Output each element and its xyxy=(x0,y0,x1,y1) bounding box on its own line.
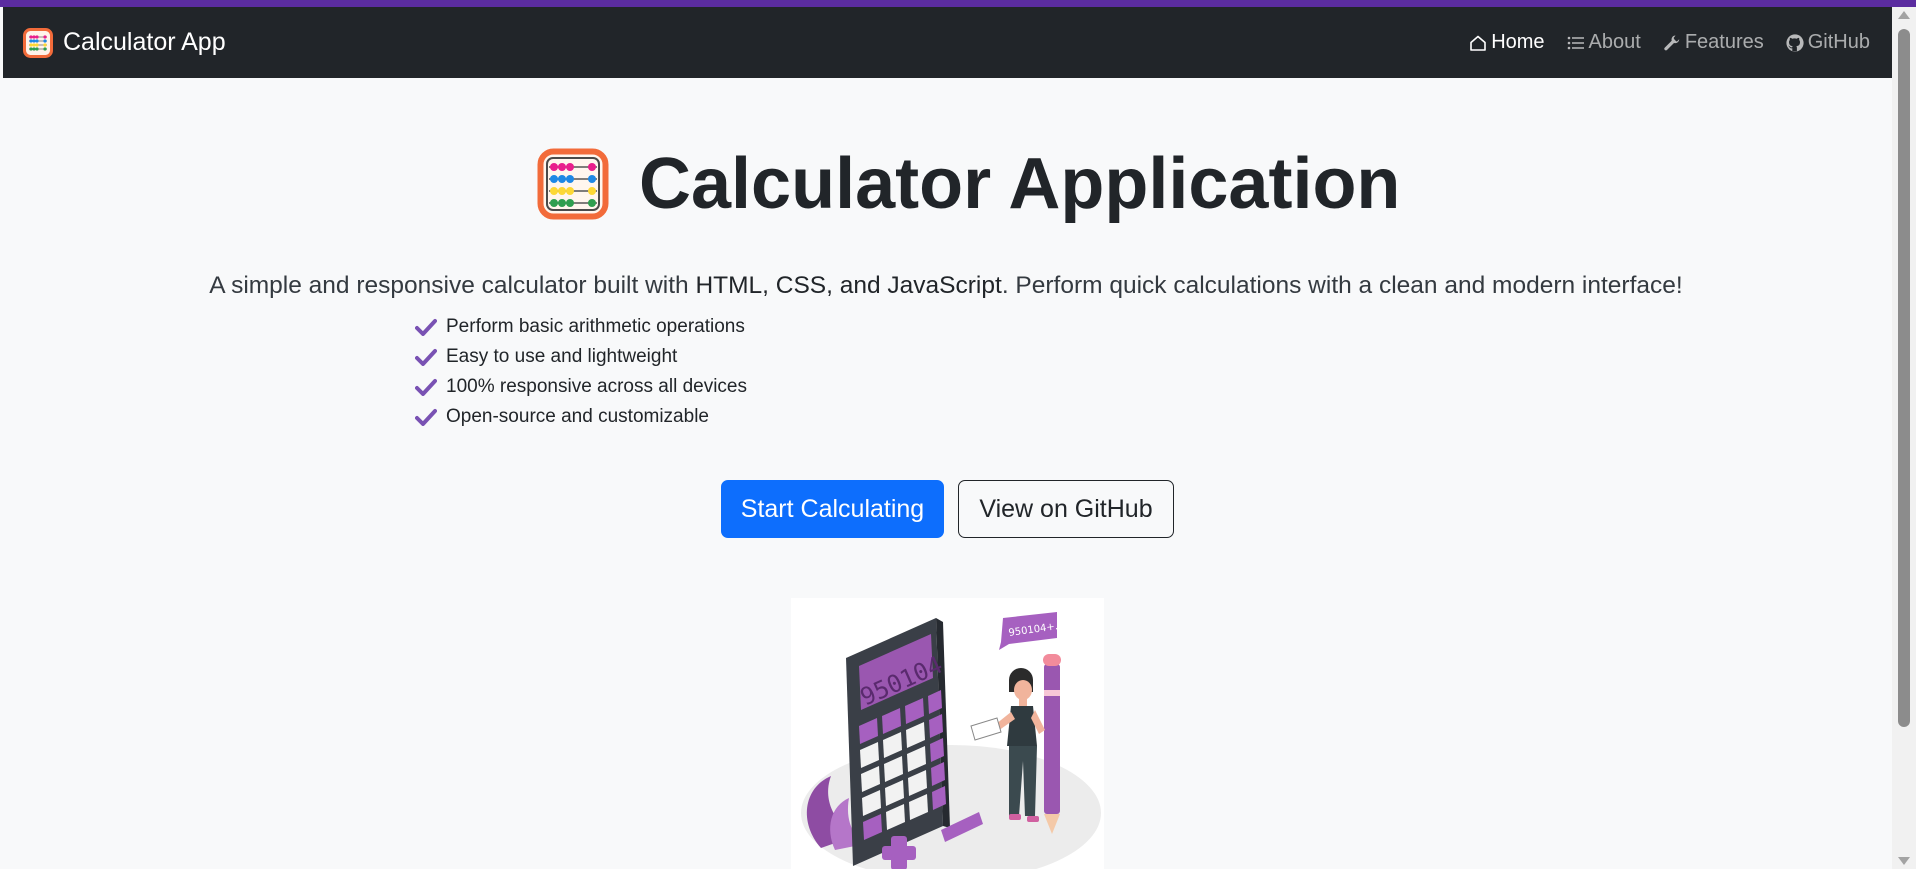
nav-link-about-label: About xyxy=(1588,31,1641,53)
hero-lead-after: . Perform quick calculations with a clea… xyxy=(1001,271,1683,299)
page-title: Calculator Application xyxy=(639,144,1401,224)
abacus-icon xyxy=(23,27,53,58)
navbar-brand[interactable]: Calculator App xyxy=(23,27,226,58)
nav-link-home-label: Home xyxy=(1491,31,1545,53)
feature-item: Open-source and customizable xyxy=(415,402,747,432)
nav-link-features-label: Features xyxy=(1684,31,1764,53)
scroll-thumb[interactable] xyxy=(1898,29,1910,727)
feature-item-label: Open-source and customizable xyxy=(446,406,709,427)
top-accent-bar xyxy=(0,0,1916,7)
nav-links: Home About Features GitHub xyxy=(1447,31,1870,54)
feature-list: Perform basic arithmetic operations Easy… xyxy=(415,312,747,432)
check-icon xyxy=(415,409,437,426)
calculator-illustration-image: 950104 950104+... xyxy=(801,612,1101,869)
hero-title: Calculator Application xyxy=(537,148,1400,220)
wrench-icon xyxy=(1664,35,1680,50)
nav-link-home[interactable]: Home xyxy=(1468,31,1545,54)
hero-lead: A simple and responsive calculator built… xyxy=(0,272,1892,300)
check-icon xyxy=(415,319,437,336)
nav-link-github[interactable]: GitHub xyxy=(1785,31,1870,54)
feature-item-label: Easy to use and lightweight xyxy=(446,346,678,367)
scrollbar[interactable] xyxy=(1892,7,1916,869)
navbar-brand-text: Calculator App xyxy=(63,28,226,56)
feature-item-label: Perform basic arithmetic operations xyxy=(446,316,745,337)
scroll-up-arrow-icon[interactable] xyxy=(1898,11,1910,19)
hero-lead-tech: HTML, CSS, and JavaScript xyxy=(695,271,1002,299)
start-calculating-button[interactable]: Start Calculating xyxy=(721,480,944,538)
abacus-icon xyxy=(537,148,609,220)
github-icon xyxy=(1786,33,1804,52)
nav-link-github-label: GitHub xyxy=(1807,31,1870,53)
nav-link-features[interactable]: Features xyxy=(1662,31,1764,54)
house-icon xyxy=(1470,35,1486,51)
check-icon xyxy=(415,379,437,396)
feature-item-label: 100% responsive across all devices xyxy=(446,376,747,397)
scroll-down-arrow-icon[interactable] xyxy=(1898,857,1910,865)
hero-lead-before: A simple and responsive calculator built… xyxy=(209,271,696,299)
feature-item: Perform basic arithmetic operations xyxy=(415,312,747,342)
feature-item: Easy to use and lightweight xyxy=(415,342,747,372)
feature-item: 100% responsive across all devices xyxy=(415,372,747,402)
nav-link-about[interactable]: About xyxy=(1566,31,1641,54)
view-on-github-button[interactable]: View on GitHub xyxy=(958,480,1174,538)
navbar: Calculator App Home About Features GitHu… xyxy=(3,7,1892,78)
hero-illustration: 950104 950104+... xyxy=(791,598,1104,869)
check-icon xyxy=(415,349,437,366)
list-icon xyxy=(1567,36,1584,49)
